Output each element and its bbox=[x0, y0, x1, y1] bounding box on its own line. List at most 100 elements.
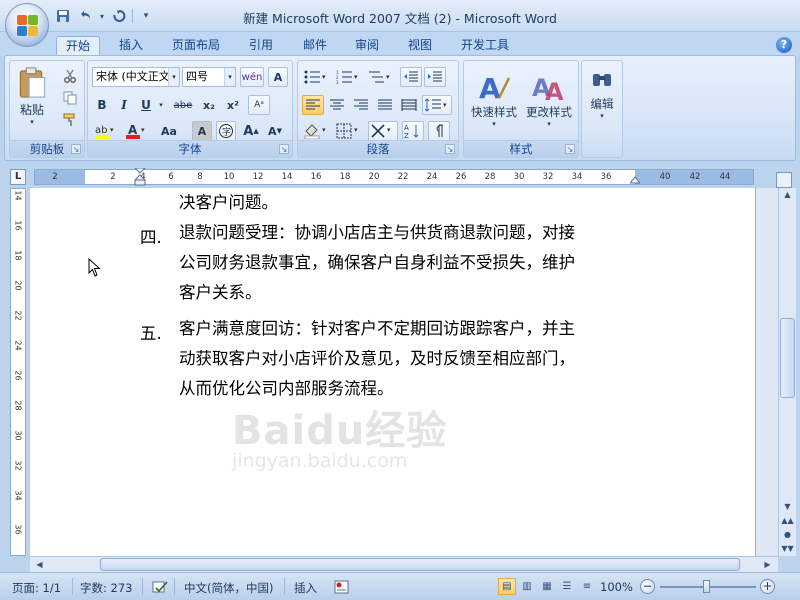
tab-page-layout[interactable]: 页面布局 bbox=[164, 36, 228, 56]
multilevel-list-icon[interactable]: ▾ bbox=[366, 67, 396, 87]
svg-text:字: 字 bbox=[222, 126, 231, 138]
tab-references[interactable]: 引用 bbox=[238, 36, 284, 56]
borders-icon[interactable]: ▾ bbox=[334, 121, 364, 141]
paste-dropdown-icon[interactable]: ▾ bbox=[30, 118, 34, 126]
indent-marker-icon[interactable] bbox=[134, 168, 146, 186]
outline-view-icon[interactable]: ☰ bbox=[558, 578, 576, 595]
clear-formatting-icon[interactable]: Aᵃ bbox=[248, 95, 270, 115]
font-name-dropdown-icon[interactable]: ▾ bbox=[168, 68, 179, 86]
zoom-level[interactable]: 100% bbox=[600, 580, 633, 594]
sort-icon[interactable]: AZ bbox=[402, 121, 424, 141]
paste-button[interactable]: 粘贴 ▾ bbox=[14, 65, 50, 127]
horizontal-ruler[interactable]: 2 2 4 6 8 10 12 14 16 18 20 22 24 26 28 … bbox=[34, 168, 754, 186]
vertical-scrollbar[interactable]: ▲ ▼ ▲▲ ● ▼▼ bbox=[778, 188, 796, 556]
scroll-left-icon[interactable]: ◀ bbox=[32, 558, 47, 572]
superscript-button[interactable]: x² bbox=[222, 95, 244, 115]
quick-styles-button[interactable]: A 快速样式 ▾ bbox=[468, 65, 520, 135]
scroll-right-icon[interactable]: ▶ bbox=[760, 558, 775, 572]
change-styles-dropdown-icon[interactable]: ▾ bbox=[547, 120, 551, 128]
svg-text:▾: ▾ bbox=[386, 73, 390, 81]
justify-icon[interactable] bbox=[374, 95, 396, 115]
font-color-button[interactable]: A ▾ bbox=[124, 121, 150, 141]
web-layout-view-icon[interactable]: ▦ bbox=[538, 578, 556, 595]
office-logo-icon bbox=[17, 15, 39, 37]
page-count[interactable]: 页面: 1/1 bbox=[12, 580, 61, 596]
previous-page-icon[interactable]: ▲▲ bbox=[780, 514, 795, 528]
grow-font-icon[interactable]: A ▲ bbox=[240, 121, 262, 141]
strikethrough-button[interactable]: abe bbox=[170, 95, 196, 115]
bullets-icon[interactable]: ▾ bbox=[302, 67, 332, 87]
zoom-out-icon[interactable]: − bbox=[640, 579, 655, 594]
underline-button[interactable]: U bbox=[136, 95, 156, 115]
enclose-characters-icon[interactable]: 字 bbox=[216, 121, 236, 141]
horizontal-scrollbar[interactable]: ◀ ▶ bbox=[30, 556, 778, 572]
tab-review[interactable]: 审阅 bbox=[344, 36, 390, 56]
change-styles-button[interactable]: A A 更改样式 ▾ bbox=[522, 65, 576, 135]
align-center-icon[interactable] bbox=[326, 95, 348, 115]
underline-dropdown-icon[interactable]: ▾ bbox=[156, 95, 166, 115]
scroll-up-icon[interactable]: ▲ bbox=[780, 188, 795, 202]
draft-view-icon[interactable]: ≡ bbox=[578, 578, 596, 595]
italic-button[interactable]: I bbox=[114, 95, 134, 115]
language-indicator[interactable]: 中文(简体，中国) bbox=[184, 580, 273, 596]
chinese-layout-icon[interactable]: ▾ bbox=[368, 121, 398, 141]
bold-button[interactable]: B bbox=[92, 95, 112, 115]
character-border-icon[interactable]: A bbox=[268, 67, 288, 87]
print-layout-view-icon[interactable]: ▤ bbox=[498, 578, 516, 595]
font-size-combo[interactable]: 四号 ▾ bbox=[182, 67, 236, 87]
font-launcher-icon[interactable]: ↘ bbox=[279, 144, 289, 154]
tab-selector[interactable]: L bbox=[10, 169, 26, 185]
select-browse-object-icon[interactable]: ● bbox=[780, 528, 795, 542]
vruler-tick: 28 bbox=[13, 400, 23, 411]
scroll-down-icon[interactable]: ▼ bbox=[780, 500, 795, 514]
shrink-font-icon[interactable]: A ▼ bbox=[264, 121, 286, 141]
macro-recording-icon[interactable] bbox=[334, 580, 350, 594]
distributed-icon[interactable] bbox=[398, 95, 420, 115]
editing-dropdown-icon[interactable]: ▾ bbox=[600, 112, 604, 120]
next-page-icon[interactable]: ▼▼ bbox=[780, 542, 795, 556]
styles-launcher-icon[interactable]: ↘ bbox=[565, 144, 575, 154]
full-screen-reading-view-icon[interactable]: ▥ bbox=[518, 578, 536, 595]
clipboard-launcher-icon[interactable]: ↘ bbox=[71, 144, 81, 154]
horizontal-scroll-thumb[interactable] bbox=[100, 558, 740, 571]
tab-view[interactable]: 视图 bbox=[397, 36, 443, 56]
decrease-indent-icon[interactable] bbox=[400, 67, 422, 87]
character-shading-icon[interactable]: A bbox=[192, 121, 212, 141]
help-icon[interactable]: ? bbox=[776, 37, 792, 53]
phonetic-guide-icon[interactable]: wén bbox=[240, 67, 264, 87]
cut-icon[interactable] bbox=[60, 67, 80, 85]
align-right-icon[interactable] bbox=[350, 95, 372, 115]
zoom-in-icon[interactable]: + bbox=[760, 579, 775, 594]
view-ruler-icon[interactable] bbox=[776, 172, 792, 188]
paragraph-launcher-icon[interactable]: ↘ bbox=[445, 144, 455, 154]
word-count[interactable]: 字数: 273 bbox=[80, 580, 132, 596]
font-size-dropdown-icon[interactable]: ▾ bbox=[224, 68, 235, 86]
subscript-button[interactable]: x₂ bbox=[198, 95, 220, 115]
format-painter-icon[interactable] bbox=[60, 111, 80, 129]
office-button[interactable] bbox=[5, 3, 49, 47]
highlight-color-button[interactable]: ab ▾ bbox=[92, 121, 120, 141]
tab-developer[interactable]: 开发工具 bbox=[452, 36, 518, 56]
vertical-scroll-thumb[interactable] bbox=[780, 318, 795, 398]
right-indent-marker-icon[interactable] bbox=[630, 175, 640, 184]
editing-button[interactable]: 编辑 ▾ bbox=[585, 65, 619, 153]
document-page[interactable]: 决客户问题。 四. 退款问题受理：协调小店店主与供货商退款问题，对接 公司财务退… bbox=[30, 188, 756, 556]
tab-home[interactable]: 开始 bbox=[56, 36, 100, 56]
font-name-combo[interactable]: 宋体 (中文正文) ▾ bbox=[92, 67, 180, 87]
vertical-ruler[interactable]: 14 16 18 20 22 24 26 28 30 32 34 36 bbox=[10, 188, 26, 556]
zoom-slider-knob[interactable] bbox=[703, 580, 710, 593]
numbering-icon[interactable]: 1 2 3 ▾ bbox=[334, 67, 364, 87]
shading-icon[interactable]: ▾ bbox=[302, 121, 332, 141]
quick-styles-dropdown-icon[interactable]: ▾ bbox=[492, 120, 496, 128]
tab-insert[interactable]: 插入 bbox=[108, 36, 154, 56]
align-left-icon[interactable] bbox=[302, 95, 324, 115]
increase-indent-icon[interactable] bbox=[424, 67, 446, 87]
change-case-button[interactable]: Aa bbox=[154, 121, 184, 141]
line-spacing-icon[interactable]: ▾ bbox=[422, 95, 452, 115]
insert-mode[interactable]: 插入 bbox=[294, 580, 317, 596]
tab-mailings[interactable]: 邮件 bbox=[292, 36, 338, 56]
copy-icon[interactable] bbox=[60, 89, 80, 107]
proofing-icon[interactable] bbox=[152, 580, 168, 594]
show-hide-marks-icon[interactable] bbox=[428, 121, 450, 141]
document-line: 动获取客户对小店评价及意见，及时反馈至相应部门， bbox=[179, 349, 575, 368]
